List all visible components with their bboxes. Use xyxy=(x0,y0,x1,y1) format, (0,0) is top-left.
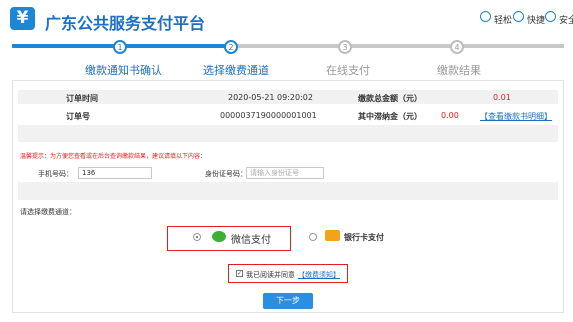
page-title: 广东公共服务支付平台 xyxy=(45,14,206,33)
view-notice-link[interactable]: 【查看缴款书明细】 xyxy=(480,111,552,122)
bank-card-radio[interactable] xyxy=(309,233,317,241)
step-2-label: 选择缴费通道 xyxy=(203,64,269,77)
step-2-circle: 2 xyxy=(224,40,238,54)
phone-label: 手机号码： xyxy=(38,170,73,178)
bank-card-icon xyxy=(325,230,340,241)
step-progress-line xyxy=(12,44,564,48)
shield-icon xyxy=(545,11,556,22)
platform-logo: ¥ xyxy=(10,7,35,30)
step-progress-remaining xyxy=(234,44,564,48)
next-step-button[interactable]: 下一步 xyxy=(263,293,313,309)
order-number-label: 订单号 xyxy=(66,112,90,121)
id-card-label: 身份证号码： xyxy=(205,170,247,178)
form-spacer-band xyxy=(18,182,558,200)
step-1-circle: 1 xyxy=(113,40,127,54)
order-time-value: 2020-05-21 09:20:02 xyxy=(228,93,313,102)
header-bar: ¥ 广东公共服务支付平台 轻松 快捷 安全 xyxy=(0,0,573,38)
step-1-label: 缴款通知书确认 xyxy=(85,64,162,77)
tip-text: 温馨提示：为方便您查看或在后台查询缴款结果，建议请填以下内容： xyxy=(20,153,207,160)
wechat-pay-label[interactable]: 微信支付 xyxy=(231,231,271,246)
step-4-circle: 4 xyxy=(450,40,464,54)
phone-input[interactable]: 136 xyxy=(78,167,152,179)
wechat-icon xyxy=(212,231,226,242)
order-time-label: 订单时间 xyxy=(66,94,98,103)
total-amount-value: 0.01 xyxy=(493,93,511,102)
header-tag-fast: 快捷 xyxy=(527,16,546,26)
header-tag-safe: 安全 xyxy=(559,16,573,26)
late-fee-label: 其中滞纳金（元） xyxy=(358,112,422,121)
step-4-label: 缴款结果 xyxy=(437,64,481,77)
step-3-circle: 3 xyxy=(338,40,352,54)
order-row-2: 订单号 0000037190000001001 其中滞纳金（元） 0.00 【查… xyxy=(18,108,558,122)
smile-icon xyxy=(480,11,491,22)
order-row-spacer xyxy=(18,125,558,142)
lightning-icon xyxy=(513,11,524,22)
late-fee-value: 0.00 xyxy=(441,111,459,120)
agreement-checkbox[interactable]: ✓ xyxy=(236,270,243,277)
id-card-input[interactable]: 请输入身份证号 xyxy=(246,167,324,179)
wechat-option-highlight xyxy=(167,226,291,251)
order-row-1: 订单时间 2020-05-21 09:20:02 缴款总金额（元） 0.01 xyxy=(18,90,558,104)
bank-card-pay-label[interactable]: 银行卡支付 xyxy=(344,232,384,243)
header-tag-easy: 轻松 xyxy=(494,16,513,26)
payment-notice-link[interactable]: 【缴费须知】 xyxy=(298,270,340,280)
agreement-text: 我已阅读并同意 xyxy=(246,271,295,279)
channel-prompt: 请选择缴费通道： xyxy=(20,208,76,216)
total-amount-label: 缴款总金额（元） xyxy=(358,94,422,103)
order-number-value: 0000037190000001001 xyxy=(220,111,317,120)
wechat-radio[interactable] xyxy=(193,233,201,241)
step-3-label: 在线支付 xyxy=(326,64,370,77)
